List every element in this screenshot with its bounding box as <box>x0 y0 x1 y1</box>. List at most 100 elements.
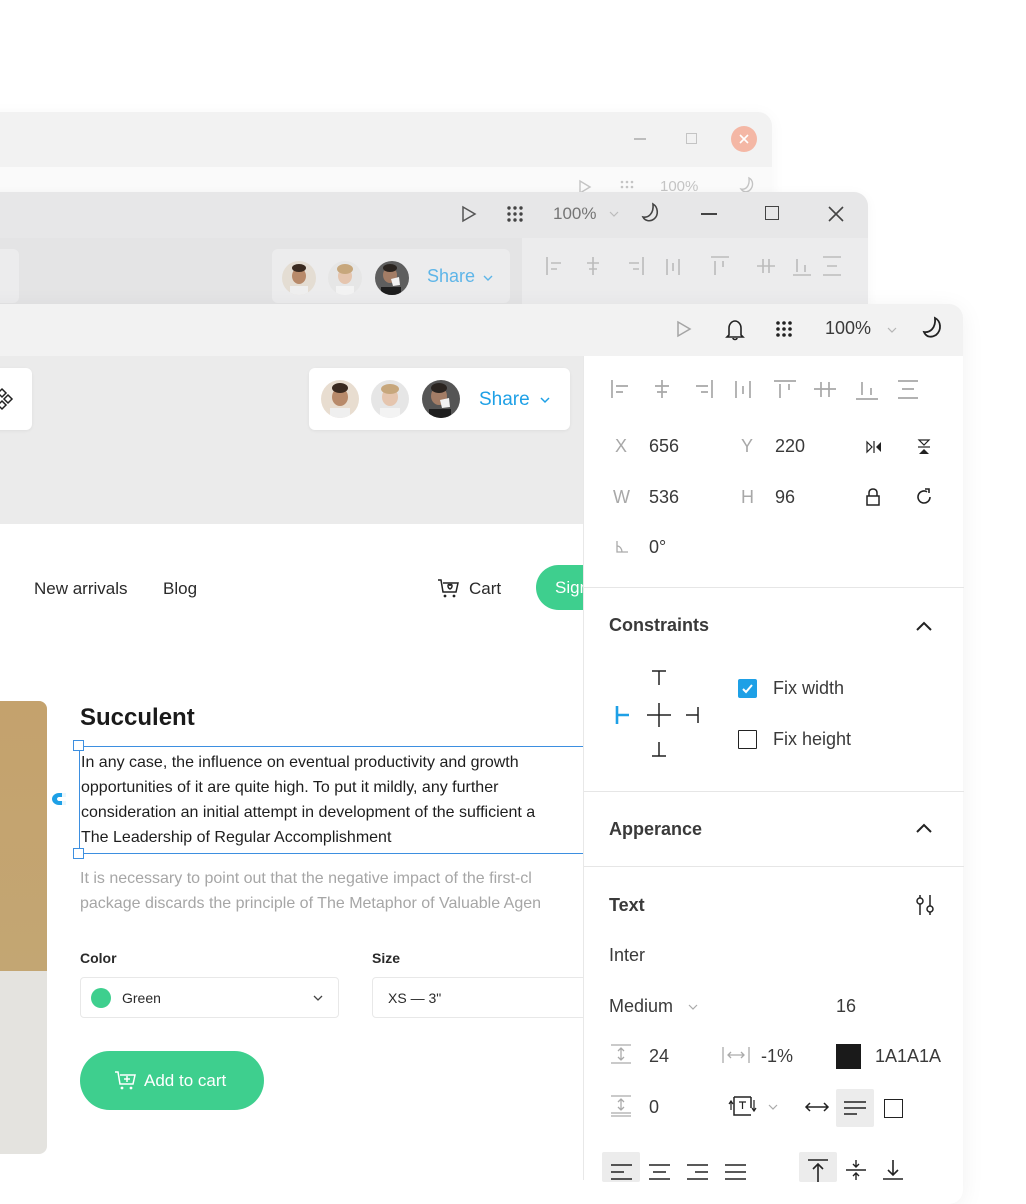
flip-vertical-icon[interactable] <box>917 438 931 456</box>
chevron-down-icon[interactable] <box>608 209 620 219</box>
y-input[interactable]: 220 <box>775 436 805 457</box>
size-label: Size <box>372 950 401 966</box>
maximize-icon[interactable] <box>765 206 779 220</box>
cart-link[interactable]: Cart <box>469 579 501 599</box>
bell-icon[interactable] <box>724 318 746 342</box>
lock-icon[interactable] <box>865 487 881 507</box>
x-input[interactable]: 656 <box>649 436 679 457</box>
rotation-input[interactable]: 0° <box>649 537 666 558</box>
align-h-center-icon <box>587 257 599 275</box>
share-button[interactable]: Share <box>427 266 475 287</box>
minimize-icon[interactable] <box>634 138 646 140</box>
align-text-left-toggle[interactable] <box>602 1152 640 1182</box>
line-height-input[interactable]: 24 <box>649 1046 669 1067</box>
w-input[interactable]: 536 <box>649 487 679 508</box>
share-card: Share <box>272 249 510 303</box>
text-color-swatch[interactable] <box>836 1044 861 1069</box>
h-input[interactable]: 96 <box>775 487 795 508</box>
text-resize-icon[interactable] <box>727 1094 757 1118</box>
moon-icon[interactable] <box>641 202 663 224</box>
fix-height-label[interactable]: Fix height <box>773 729 851 750</box>
apps-grid-icon[interactable] <box>775 320 793 338</box>
avatar[interactable] <box>328 261 362 295</box>
chevron-up-icon[interactable] <box>914 821 934 835</box>
chevron-down-icon[interactable] <box>539 395 551 405</box>
description-line: consideration an initial attempt in deve… <box>81 804 536 821</box>
nav-link-blog[interactable]: Blog <box>163 579 197 599</box>
maximize-icon[interactable] <box>686 133 697 144</box>
align-right-icon <box>629 257 644 275</box>
angle-icon <box>616 541 628 553</box>
fixed-size-icon[interactable] <box>884 1099 903 1118</box>
avatar[interactable] <box>375 261 409 295</box>
magnet-icon[interactable] <box>50 790 68 808</box>
chevron-down-icon[interactable] <box>687 1002 699 1012</box>
share-button[interactable]: Share <box>479 389 530 411</box>
moon-icon[interactable] <box>922 316 946 342</box>
components-card[interactable] <box>0 368 32 430</box>
vertical-align-bottom-icon[interactable] <box>882 1158 904 1182</box>
avatar[interactable] <box>321 380 359 418</box>
line-height-icon <box>611 1044 631 1064</box>
align-toolbar <box>611 380 918 400</box>
vertical-align-middle-icon[interactable] <box>845 1158 867 1182</box>
components-icon <box>0 387 14 411</box>
chevron-down-icon[interactable] <box>886 325 898 335</box>
auto-width-icon[interactable] <box>804 1100 830 1114</box>
size-select[interactable]: XS — 3" <box>372 977 583 1018</box>
description-line: The Leadership of Regular Accomplishment <box>81 829 392 846</box>
apps-grid-icon[interactable] <box>506 205 524 223</box>
play-icon[interactable] <box>676 320 692 338</box>
font-family-select[interactable]: Inter <box>609 945 645 966</box>
font-size-input[interactable]: 16 <box>836 996 856 1017</box>
text-align-right-icon[interactable] <box>686 1164 708 1182</box>
play-icon[interactable] <box>461 205 477 223</box>
constraint-top <box>652 670 666 685</box>
description-line: In any case, the influence on eventual p… <box>81 754 519 771</box>
color-select[interactable]: Green <box>80 977 339 1018</box>
align-bottom-icon <box>793 259 811 276</box>
fix-width-label[interactable]: Fix width <box>773 678 844 699</box>
chevron-down-icon[interactable] <box>482 273 494 283</box>
constraints-widget[interactable] <box>614 669 706 759</box>
align-left-icon <box>611 380 628 398</box>
sign-in-button[interactable]: Sign <box>536 565 583 610</box>
secondary-description-line: It is necessary to point out that the ne… <box>80 870 532 887</box>
vertical-align-top-icon <box>808 1159 828 1182</box>
align-text-top-toggle[interactable] <box>799 1152 837 1182</box>
w-label: W <box>613 487 630 507</box>
paragraph-spacing-input[interactable]: 0 <box>649 1097 659 1118</box>
avatar[interactable] <box>422 380 460 418</box>
minimize-icon[interactable] <box>701 213 717 215</box>
flip-horizontal-icon[interactable] <box>865 440 883 454</box>
letter-spacing-input[interactable]: -1% <box>761 1046 793 1067</box>
font-weight-select[interactable]: Medium <box>609 996 673 1017</box>
close-button[interactable] <box>731 126 757 152</box>
avatar[interactable] <box>282 261 316 295</box>
zoom-level[interactable]: 100% <box>553 204 596 224</box>
apps-grid-icon[interactable] <box>620 180 634 190</box>
product-image <box>0 701 47 1154</box>
divider <box>584 791 964 792</box>
rotate-icon[interactable] <box>914 487 934 507</box>
components-card[interactable] <box>0 249 19 303</box>
chevron-up-icon[interactable] <box>914 619 934 633</box>
avatar[interactable] <box>371 380 409 418</box>
cart-add-icon <box>115 1071 136 1090</box>
nav-link-new-arrivals[interactable]: New arrivals <box>34 579 128 599</box>
letter-spacing-icon <box>722 1047 750 1063</box>
close-icon <box>739 134 749 144</box>
close-icon[interactable] <box>828 206 844 222</box>
constraint-bottom <box>652 742 666 757</box>
zoom-level[interactable]: 100% <box>825 318 871 339</box>
chevron-down-icon[interactable] <box>767 1102 779 1112</box>
text-color-hex[interactable]: 1A1A1A <box>875 1046 941 1067</box>
text-align-center-icon[interactable] <box>648 1164 670 1182</box>
fix-width-checkbox[interactable] <box>738 679 757 698</box>
text-settings-icon[interactable] <box>914 893 936 917</box>
title-bar: 100% <box>0 304 963 356</box>
auto-height-toggle[interactable] <box>836 1089 874 1127</box>
text-align-justify-icon[interactable] <box>724 1164 746 1182</box>
fix-height-checkbox[interactable] <box>738 730 757 749</box>
add-to-cart-button[interactable]: Add to cart <box>80 1051 264 1110</box>
